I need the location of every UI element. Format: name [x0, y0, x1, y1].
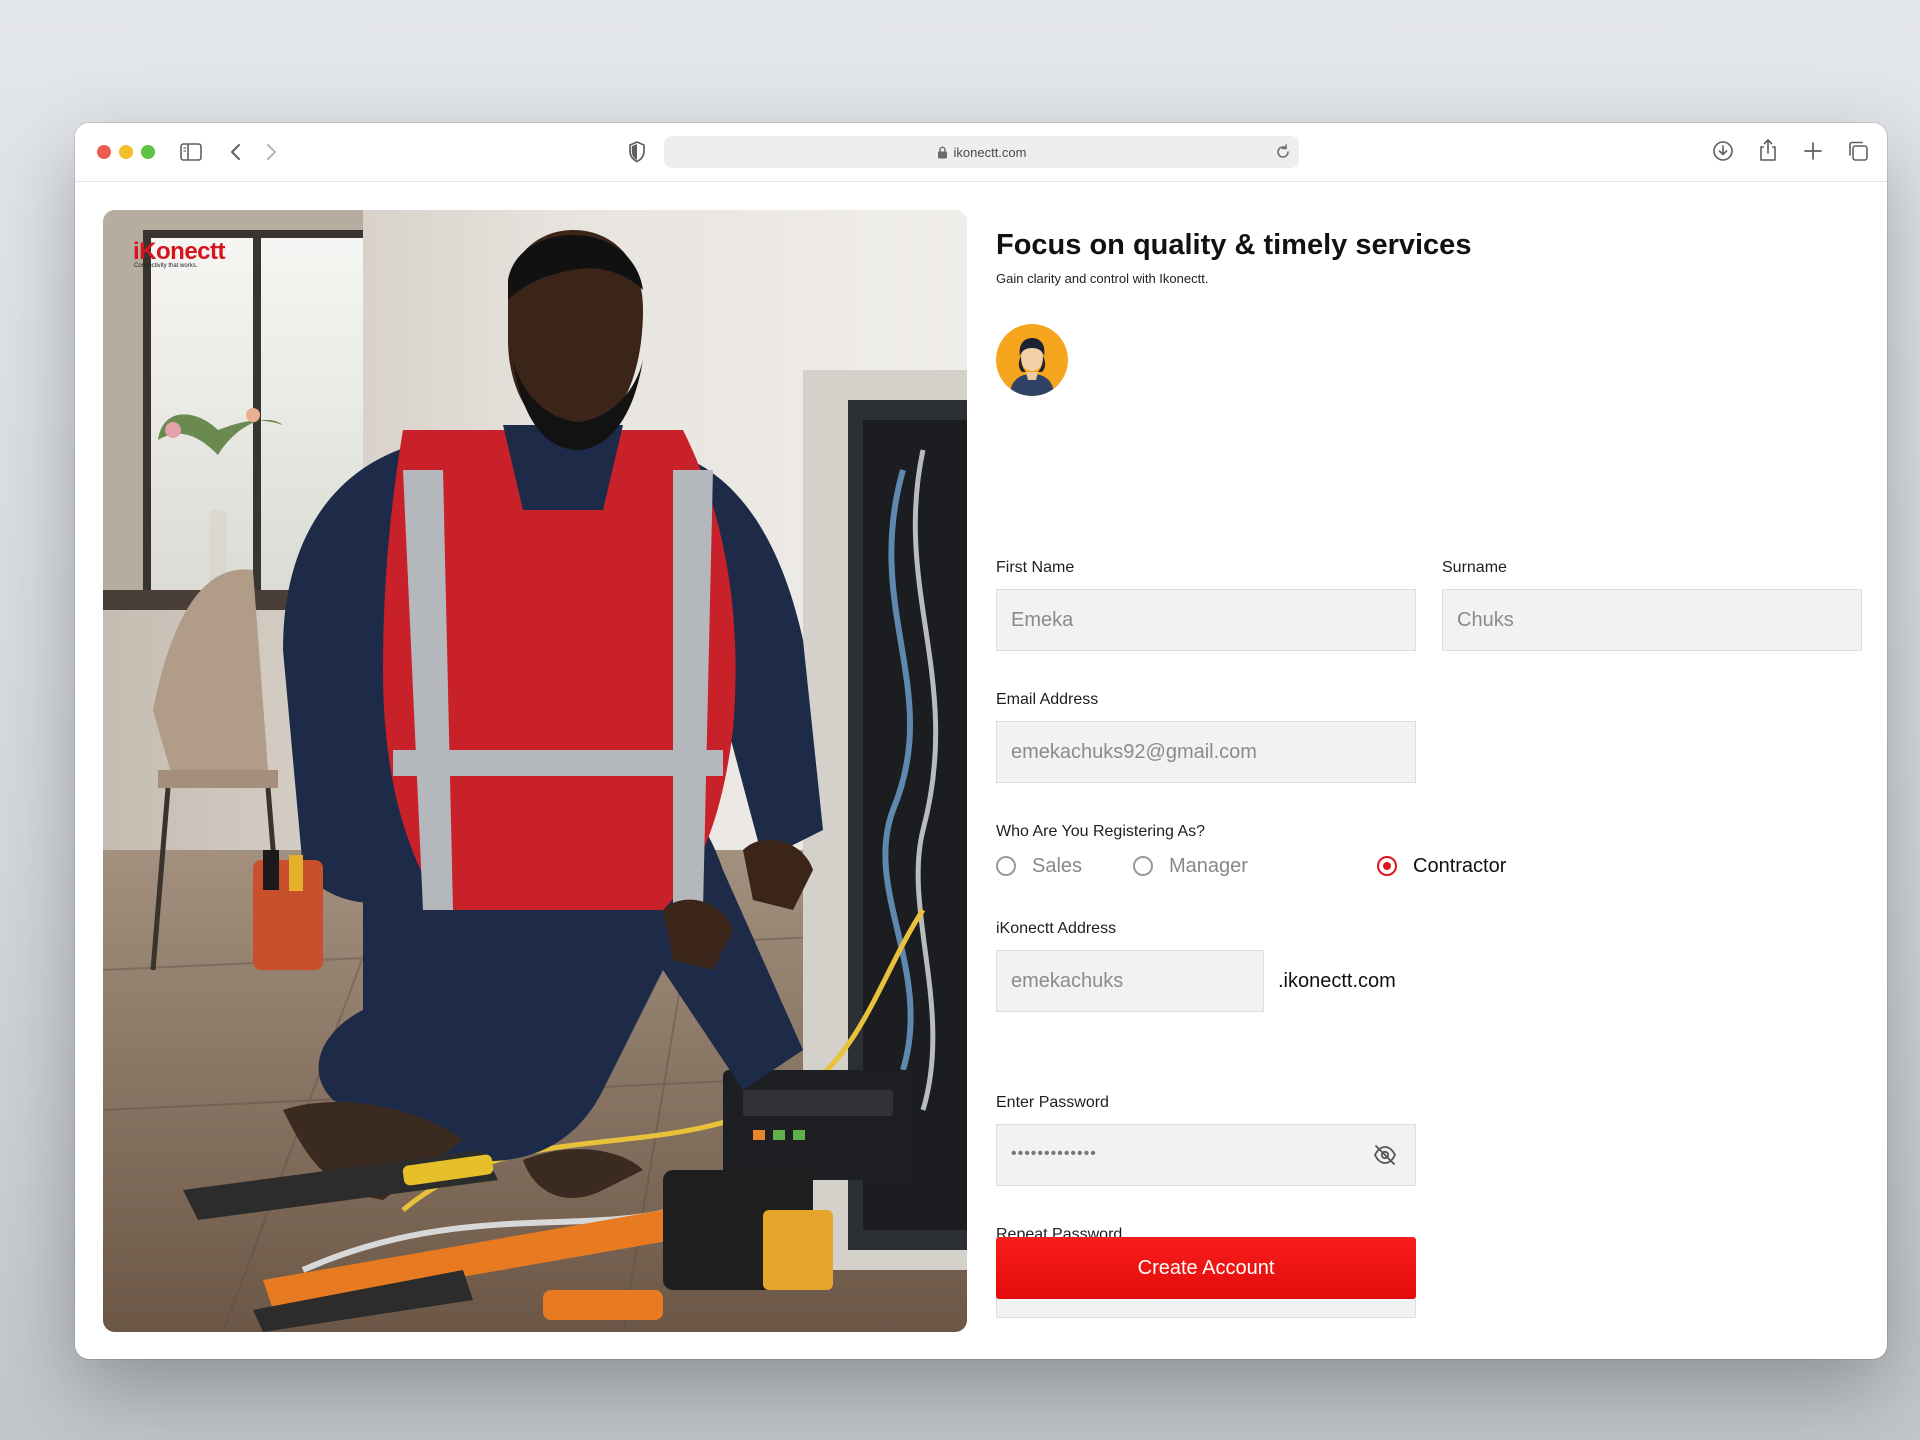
role-option-label: Sales [1032, 854, 1083, 877]
first-name-input[interactable] [996, 589, 1416, 651]
password-mask: ••••••••••••• [1011, 1145, 1097, 1162]
role-label: Who Are You Registering As? [996, 823, 1206, 840]
close-window-button[interactable] [97, 145, 111, 159]
create-account-button[interactable]: Create Account [996, 1237, 1416, 1299]
privacy-shield-icon[interactable] [628, 141, 646, 163]
first-name-label: First Name [996, 559, 1075, 576]
surname-input[interactable] [1442, 589, 1862, 651]
role-option-contractor[interactable]: Contractor [1377, 853, 1506, 879]
sidebar-toggle-icon[interactable] [180, 142, 202, 162]
lock-icon [937, 146, 947, 158]
brand-name: iKonectt [133, 238, 226, 265]
user-avatar-icon [1010, 338, 1054, 396]
address-bar[interactable]: ikonectt.com [664, 136, 1299, 168]
password-input[interactable]: ••••••••••••• [996, 1124, 1416, 1186]
back-icon[interactable] [229, 142, 243, 162]
zoom-window-button[interactable] [141, 145, 155, 159]
hero-image: iKonectt Connectivity that works. [103, 210, 967, 1332]
page-title: Focus on quality & timely services [996, 229, 1472, 261]
eye-off-icon[interactable] [1373, 1144, 1397, 1166]
reload-icon[interactable] [1275, 144, 1291, 160]
avatar[interactable] [996, 324, 1068, 396]
minimize-window-button[interactable] [119, 145, 133, 159]
surname-label: Surname [1442, 559, 1507, 576]
password-label: Enter Password [996, 1094, 1109, 1111]
ikonectt-address-input[interactable] [996, 950, 1264, 1012]
forward-icon[interactable] [264, 142, 278, 162]
ikonectt-address-label: iKonectt Address [996, 920, 1117, 937]
address-suffix: .ikonectt.com [1278, 970, 1396, 992]
share-icon[interactable] [1758, 138, 1778, 162]
brand-tagline: Connectivity that works. [134, 263, 198, 269]
browser-toolbar: ikonectt.com [75, 123, 1887, 182]
url-text: ikonectt.com [953, 144, 1027, 160]
role-option-label: Contractor [1413, 854, 1507, 877]
downloads-icon[interactable] [1712, 140, 1734, 162]
tab-overview-icon[interactable] [1847, 140, 1869, 162]
role-option-manager[interactable]: Manager [1133, 853, 1248, 879]
radio-circle[interactable] [1377, 856, 1397, 876]
technician-illustration [103, 210, 967, 1332]
radio-circle[interactable] [996, 856, 1016, 876]
role-option-sales[interactable]: Sales [996, 853, 1082, 879]
browser-window: ikonectt.com iKonectt Connectivity that … [75, 123, 1887, 1359]
new-tab-icon[interactable] [1803, 141, 1823, 161]
radio-circle[interactable] [1133, 856, 1153, 876]
email-input[interactable] [996, 721, 1416, 783]
page-subtitle: Gain clarity and control with Ikonectt. [996, 271, 1209, 286]
email-label: Email Address [996, 691, 1099, 708]
role-option-label: Manager [1169, 854, 1248, 877]
